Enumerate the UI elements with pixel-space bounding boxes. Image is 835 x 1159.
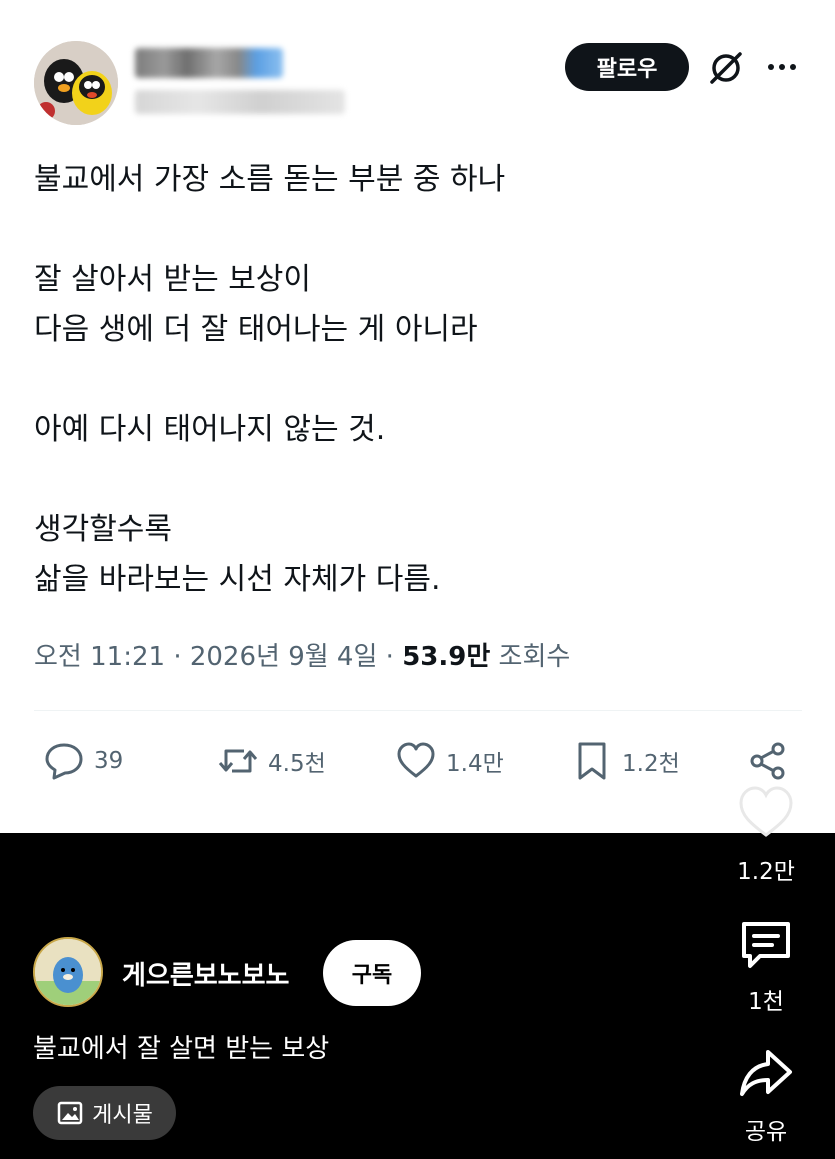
views-label: 조회수 <box>498 642 571 672</box>
reply-icon <box>45 743 83 780</box>
author-name-redacted[interactable] <box>135 48 283 78</box>
share-button[interactable] <box>746 738 798 784</box>
tweet-line: 아예 다시 태어나지 않는 것. <box>34 412 386 447</box>
bookmark-button[interactable]: 1.2천 <box>570 738 680 784</box>
reply-count: 39 <box>94 748 124 774</box>
meta-separator: · <box>385 642 394 672</box>
tweet-card: 팔로우 불교에서 가장 소름 돋는 부분 중 하나 잘 살아서 받는 보상이 다… <box>0 0 835 833</box>
tweet-meta: 오전 11:21 · 2026년 9월 4일 · 53.9만 조회수 <box>34 636 570 673</box>
tweet-time[interactable]: 오전 11:21 <box>34 642 165 672</box>
author-handle-redacted[interactable] <box>135 90 345 114</box>
subscribe-button[interactable]: 구독 <box>323 940 421 1006</box>
like-button[interactable]: 1.4만 <box>394 738 504 784</box>
channel-name[interactable]: 게으른보노보노 <box>122 955 289 992</box>
shorts-comment-count: 1천 <box>748 989 784 1015</box>
heart-icon <box>397 742 435 778</box>
tweet-body: 불교에서 가장 소름 돋는 부분 중 하나 잘 살아서 받는 보상이 다음 생에… <box>34 155 794 605</box>
comment-icon[interactable] <box>738 918 794 972</box>
reply-button[interactable]: 39 <box>42 738 123 784</box>
post-chip[interactable]: 게시물 <box>33 1086 176 1140</box>
tweet-line <box>34 205 794 255</box>
follow-button[interactable]: 팔로우 <box>565 43 689 91</box>
divider <box>34 710 802 711</box>
tweet-line <box>34 455 794 505</box>
retweet-button[interactable]: 4.5천 <box>216 738 326 784</box>
shorts-share-label: 공유 <box>744 1119 788 1145</box>
tweet-line <box>34 355 794 405</box>
tweet-line: 잘 살아서 받는 보상이 <box>34 262 312 297</box>
bookmark-count: 1.2천 <box>622 751 680 777</box>
image-icon <box>57 1101 83 1125</box>
views-count: 53.9만 <box>402 642 491 672</box>
tweet-line: 다음 생에 더 잘 태어나는 게 아니라 <box>34 312 478 347</box>
tweet-line: 불교에서 가장 소름 돋는 부분 중 하나 <box>34 162 506 197</box>
tweet-date[interactable]: 2026년 9월 4일 <box>190 642 378 672</box>
more-icon[interactable] <box>764 52 800 82</box>
post-chip-label: 게시물 <box>92 1103 153 1128</box>
retweet-icon <box>218 749 258 773</box>
shorts-caption[interactable]: 불교에서 잘 살면 받는 보상 <box>33 1028 329 1065</box>
retweet-count: 4.5천 <box>268 751 326 777</box>
tweet-line: 생각할수록 <box>34 512 172 547</box>
shorts-like-icon[interactable] <box>738 785 794 839</box>
share-icon <box>750 742 785 780</box>
like-count: 1.4만 <box>446 751 504 777</box>
author-avatar[interactable] <box>34 41 118 125</box>
share-arrow-icon[interactable] <box>738 1046 794 1100</box>
tweet-line: 삶을 바라보는 시선 자체가 다름. <box>34 562 441 597</box>
bookmark-icon <box>578 742 606 780</box>
shorts-like-count: 1.2만 <box>737 859 795 885</box>
channel-avatar[interactable] <box>33 937 103 1007</box>
meta-separator: · <box>173 642 182 672</box>
grok-icon[interactable] <box>706 48 746 88</box>
